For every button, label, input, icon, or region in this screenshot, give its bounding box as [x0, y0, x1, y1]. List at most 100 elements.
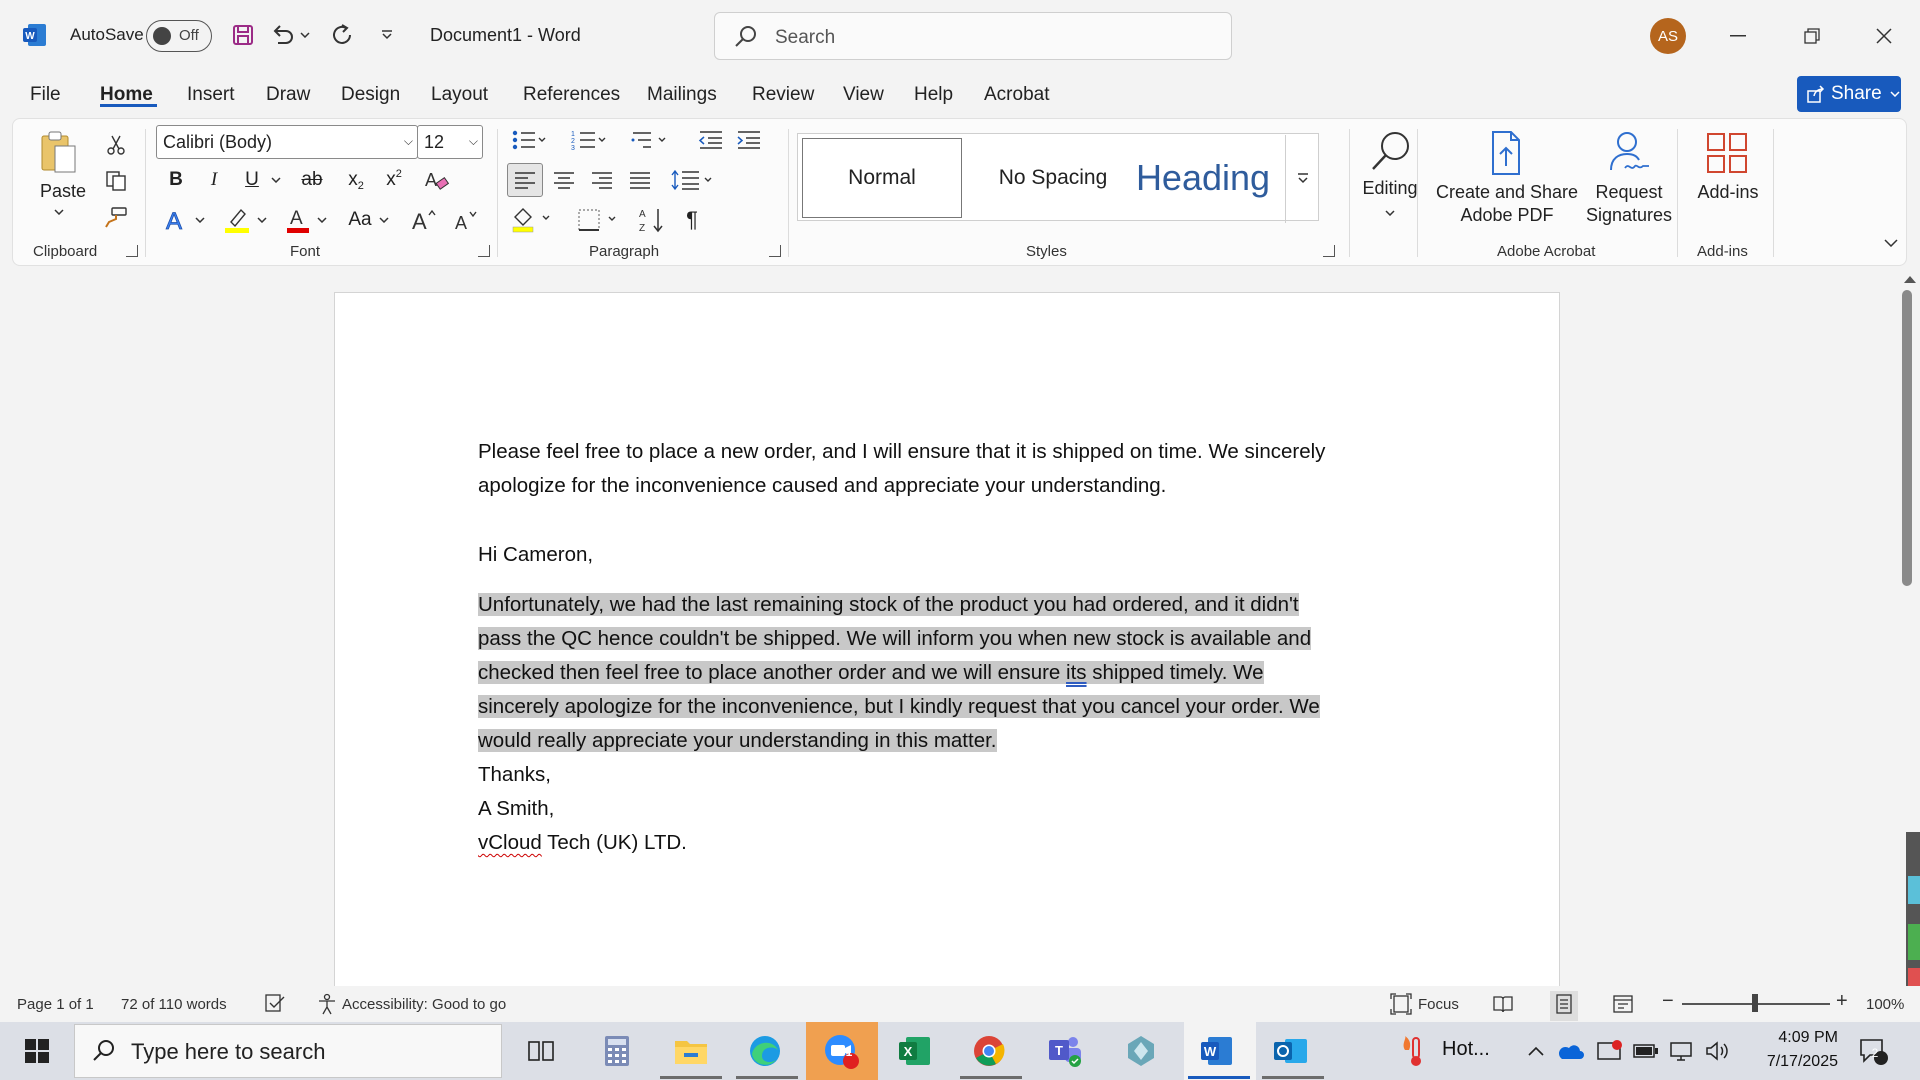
- align-left-icon[interactable]: [507, 163, 543, 197]
- weather-hot-icon[interactable]: [1390, 1030, 1432, 1072]
- cut-icon[interactable]: [101, 131, 131, 159]
- request-signatures-label[interactable]: Request Signatures: [1579, 181, 1679, 227]
- add-ins-label[interactable]: Add-ins: [1685, 181, 1771, 204]
- clear-formatting-icon[interactable]: A: [419, 165, 453, 195]
- justify-icon[interactable]: [623, 165, 657, 195]
- restore-icon[interactable]: [1794, 18, 1830, 54]
- tab-references[interactable]: References: [523, 84, 620, 106]
- focus-icon[interactable]: [1390, 993, 1412, 1019]
- battery-icon[interactable]: [1628, 1030, 1664, 1072]
- read-mode-icon[interactable]: [1492, 993, 1514, 1019]
- align-center-icon[interactable]: [547, 165, 581, 195]
- shading-icon[interactable]: [509, 205, 557, 235]
- zoom-out-icon[interactable]: −: [1662, 990, 1674, 1013]
- tab-design[interactable]: Design: [341, 84, 400, 106]
- taskbar-clock[interactable]: 4:09 PM 7/17/2025: [1728, 1026, 1838, 1074]
- paste-icon[interactable]: [39, 129, 79, 177]
- tab-insert[interactable]: Insert: [187, 84, 235, 106]
- decrease-indent-icon[interactable]: [695, 125, 727, 155]
- font-size-combo[interactable]: 12 ⌵: [417, 125, 483, 159]
- spelling-flagged-word[interactable]: vCloud: [478, 831, 542, 854]
- collapse-ribbon-icon[interactable]: [1881, 233, 1901, 253]
- font-color-icon[interactable]: A: [283, 205, 313, 235]
- zoom-in-icon[interactable]: +: [1836, 990, 1848, 1013]
- undo-icon[interactable]: [268, 20, 298, 50]
- multilevel-list-icon[interactable]: [629, 125, 669, 155]
- tray-overflow-icon[interactable]: [1518, 1030, 1554, 1072]
- file-explorer-icon[interactable]: [670, 1030, 712, 1072]
- borders-icon[interactable]: [573, 205, 625, 235]
- tab-help[interactable]: Help: [914, 84, 953, 106]
- tab-layout[interactable]: Layout: [431, 84, 488, 106]
- grow-font-icon[interactable]: A: [407, 205, 441, 235]
- page-count[interactable]: Page 1 of 1: [17, 996, 94, 1013]
- style-no-spacing[interactable]: No Spacing: [978, 138, 1128, 218]
- minimize-icon[interactable]: [1720, 18, 1756, 54]
- underline-icon[interactable]: U: [237, 165, 267, 195]
- accessibility-status[interactable]: Accessibility: Good to go: [342, 996, 506, 1013]
- undo-dropdown-icon[interactable]: [298, 20, 312, 50]
- highlight-dropdown-icon[interactable]: [255, 211, 269, 229]
- text-effects-dropdown-icon[interactable]: [193, 211, 207, 229]
- taskbar-search[interactable]: Type here to search: [74, 1024, 502, 1078]
- tab-view[interactable]: View: [843, 84, 884, 106]
- subscript-icon[interactable]: x2: [341, 165, 371, 195]
- user-avatar[interactable]: AS: [1650, 18, 1686, 54]
- paste-dropdown-icon[interactable]: [49, 205, 69, 219]
- paragraph-1[interactable]: Please feel free to place a new order, a…: [478, 435, 1325, 503]
- create-pdf-icon[interactable]: [1481, 129, 1529, 177]
- font-color-dropdown-icon[interactable]: [315, 211, 329, 229]
- superscript-icon[interactable]: x2: [379, 165, 409, 195]
- calculator-icon[interactable]: [596, 1030, 638, 1072]
- defender-icon[interactable]: [1592, 1030, 1628, 1072]
- add-ins-icon[interactable]: [1703, 129, 1751, 177]
- styles-more-icon[interactable]: [1285, 135, 1319, 223]
- accessibility-icon[interactable]: [316, 993, 338, 1019]
- task-view-icon[interactable]: [520, 1030, 562, 1072]
- word-taskbar-icon[interactable]: W: [1196, 1030, 1238, 1072]
- web-layout-icon[interactable]: [1612, 993, 1634, 1019]
- save-icon[interactable]: [228, 20, 258, 50]
- print-layout-icon[interactable]: [1550, 991, 1578, 1021]
- edge-icon[interactable]: [744, 1030, 786, 1072]
- redo-icon[interactable]: [327, 20, 357, 50]
- align-right-icon[interactable]: [585, 165, 619, 195]
- selected-paragraph[interactable]: Unfortunately, we had the last remaining…: [478, 588, 1320, 758]
- tab-file[interactable]: File: [30, 84, 61, 106]
- clipboard-launcher-icon[interactable]: [126, 245, 138, 257]
- tab-acrobat[interactable]: Acrobat: [984, 84, 1049, 106]
- line-spacing-icon[interactable]: [669, 165, 717, 195]
- teams-icon[interactable]: T: [1044, 1030, 1086, 1072]
- editing-label[interactable]: Editing: [1349, 177, 1431, 200]
- app-hexagon-icon[interactable]: [1120, 1030, 1162, 1072]
- text-effects-icon[interactable]: A: [161, 205, 191, 235]
- share-button[interactable]: Share: [1797, 76, 1901, 112]
- customize-toolbar-icon[interactable]: [372, 20, 402, 50]
- windows-start-icon[interactable]: [16, 1030, 58, 1072]
- network-icon[interactable]: [1664, 1030, 1700, 1072]
- font-name-combo[interactable]: Calibri (Body) ⌵: [156, 125, 418, 159]
- search-box[interactable]: Search: [714, 12, 1232, 60]
- excel-icon[interactable]: X: [894, 1030, 936, 1072]
- underline-dropdown-icon[interactable]: [269, 171, 283, 189]
- shrink-font-icon[interactable]: A: [449, 205, 483, 235]
- outlook-icon[interactable]: [1270, 1030, 1312, 1072]
- proofing-icon[interactable]: [264, 993, 286, 1019]
- show-formatting-icon[interactable]: ¶: [677, 205, 707, 235]
- request-signatures-icon[interactable]: [1601, 129, 1655, 177]
- highlight-icon[interactable]: [221, 205, 253, 235]
- autosave-toggle[interactable]: Off: [146, 20, 212, 52]
- closing-line[interactable]: Thanks,: [478, 758, 551, 792]
- chrome-icon[interactable]: [968, 1030, 1010, 1072]
- scroll-up-icon[interactable]: [1903, 274, 1917, 284]
- change-case-dropdown-icon[interactable]: [377, 211, 391, 229]
- strikethrough-icon[interactable]: ab: [295, 165, 329, 195]
- find-icon[interactable]: [1349, 127, 1431, 177]
- font-launcher-icon[interactable]: [478, 245, 490, 257]
- bold-icon[interactable]: B: [161, 165, 191, 195]
- tab-mailings[interactable]: Mailings: [647, 84, 717, 106]
- styles-launcher-icon[interactable]: [1323, 245, 1335, 257]
- onedrive-icon[interactable]: [1552, 1030, 1588, 1072]
- copy-icon[interactable]: [101, 167, 131, 195]
- editing-dropdown-icon[interactable]: [1381, 205, 1399, 221]
